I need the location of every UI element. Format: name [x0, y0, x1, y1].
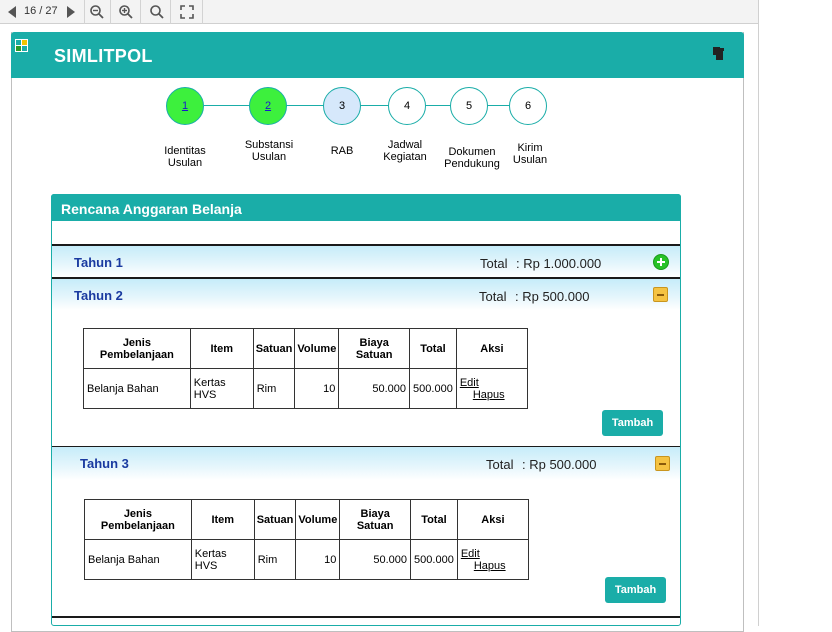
- col-header: Satuan: [253, 499, 297, 540]
- step-number: 4: [403, 100, 411, 112]
- step-4-circle[interactable]: 4: [388, 87, 426, 125]
- col-header: Biaya Satuan: [338, 328, 411, 369]
- rab-panel-header: Rencana Anggaran Belanja: [51, 194, 681, 221]
- col-header: Volume: [295, 499, 341, 540]
- app-logo-icon: [15, 39, 28, 52]
- search-icon: [150, 5, 164, 19]
- col-header: Aksi: [455, 328, 529, 369]
- zoom-in-button[interactable]: [115, 2, 137, 22]
- col-header: Jenis Pembelanjaan: [84, 499, 192, 540]
- year-2-total-label: Total: [479, 289, 507, 304]
- year-2-name: Tahun 2: [74, 288, 123, 303]
- col-header: Total: [409, 328, 457, 369]
- toolbar-divider: [170, 0, 171, 24]
- year-3-bar[interactable]: Tahun 3 Total : Rp 500.000: [52, 447, 680, 480]
- rab-table-year-2: Jenis Pembelanjaan Item Satuan Volume Bi…: [83, 328, 529, 409]
- year-1-bar[interactable]: Tahun 1 Total : Rp 1.000.000: [52, 244, 680, 277]
- year-1-total-label: Total: [480, 256, 508, 271]
- edit-link[interactable]: Edit: [461, 548, 480, 560]
- step-5-circle[interactable]: 5: [450, 87, 488, 125]
- col-header: Item: [189, 328, 254, 369]
- year-2-bar[interactable]: Tahun 2 Total : Rp 500.000: [52, 277, 680, 310]
- search-button[interactable]: [146, 2, 168, 22]
- col-header: Aksi: [456, 499, 530, 540]
- step-number: 3: [338, 100, 346, 112]
- cell-jenis: Belanja Bahan: [84, 539, 192, 580]
- toolbar-divider: [140, 0, 141, 24]
- year-2-total-value: : Rp 500.000: [515, 289, 590, 304]
- section-divider: [52, 616, 680, 618]
- toolbar-divider: [202, 0, 203, 24]
- year-1-total-value: : Rp 1.000.000: [516, 256, 602, 271]
- step-number: 6: [524, 100, 532, 112]
- edit-link[interactable]: Edit: [460, 377, 479, 389]
- col-header: Jenis Pembelanjaan: [83, 328, 191, 369]
- cell-satuan: Rim: [253, 539, 297, 580]
- cell-volume: 10: [295, 539, 341, 580]
- cell-aksi: Edit Hapus: [455, 368, 529, 409]
- step-1-circle[interactable]: 1: [166, 87, 204, 125]
- year-1-name: Tahun 1: [74, 255, 123, 270]
- step-6-circle[interactable]: 6: [509, 87, 547, 125]
- table-row: Belanja Bahan Kertas HVS Rim 10 50.000 5…: [84, 539, 530, 580]
- hapus-link[interactable]: Hapus: [473, 389, 505, 401]
- table-header-row: Jenis Pembelanjaan Item Satuan Volume Bi…: [84, 499, 530, 540]
- cell-item: Kertas HVS: [190, 539, 255, 580]
- cell-biaya: 50.000: [338, 368, 411, 409]
- year-3-total-value: : Rp 500.000: [522, 457, 597, 472]
- cell-total: 500.000: [410, 539, 458, 580]
- fullscreen-icon: [180, 5, 194, 19]
- step-1-label: Identitas Usulan: [164, 145, 206, 169]
- step-6-label: Kirim Usulan: [512, 142, 548, 166]
- zoom-out-button[interactable]: [86, 2, 108, 22]
- viewer-scroll-edge: [758, 0, 759, 626]
- step-3-circle[interactable]: 3: [323, 87, 361, 125]
- next-page-icon[interactable]: [67, 6, 75, 18]
- collapse-icon[interactable]: [653, 287, 668, 302]
- app-header: SIMLITPOL: [11, 32, 744, 78]
- tambah-button-year-2[interactable]: Tambah: [602, 410, 663, 436]
- zoom-out-icon: [90, 5, 104, 19]
- col-header: Satuan: [252, 328, 296, 369]
- cell-jenis: Belanja Bahan: [83, 368, 191, 409]
- rab-table-year-3: Jenis Pembelanjaan Item Satuan Volume Bi…: [84, 499, 530, 580]
- cell-volume: 10: [294, 368, 340, 409]
- hapus-link[interactable]: Hapus: [474, 560, 506, 572]
- step-number: 1: [181, 100, 189, 112]
- toolbar-divider: [84, 0, 85, 24]
- prev-page-icon[interactable]: [8, 6, 16, 18]
- page-indicator: 16 / 27: [24, 5, 58, 17]
- table-row: Belanja Bahan Kertas HVS Rim 10 50.000 5…: [83, 368, 529, 409]
- pdf-viewer-toolbar: 16 / 27: [0, 0, 758, 24]
- step-2-circle[interactable]: 2: [249, 87, 287, 125]
- year-3-name: Tahun 3: [80, 456, 129, 471]
- col-header: Volume: [294, 328, 340, 369]
- col-header: Item: [190, 499, 255, 540]
- tambah-button-year-3[interactable]: Tambah: [605, 577, 666, 603]
- toolbar-divider: [110, 0, 111, 24]
- panel-title: Rencana Anggaran Belanja: [61, 201, 242, 217]
- year-3-total-label: Total: [486, 457, 514, 472]
- cell-total: 500.000: [409, 368, 457, 409]
- step-2-label: Substansi Usulan: [244, 139, 294, 163]
- collapse-icon[interactable]: [655, 456, 670, 471]
- cell-item: Kertas HVS: [189, 368, 254, 409]
- fullscreen-button[interactable]: [176, 2, 198, 22]
- cell-biaya: 50.000: [339, 539, 412, 580]
- add-icon[interactable]: [653, 254, 669, 270]
- app-title: SIMLITPOL: [54, 46, 153, 66]
- zoom-in-icon: [119, 5, 133, 19]
- table-header-row: Jenis Pembelanjaan Item Satuan Volume Bi…: [83, 328, 529, 369]
- step-number: 5: [465, 100, 473, 112]
- user-menu-icon[interactable]: [710, 44, 726, 67]
- cell-aksi: Edit Hapus: [456, 539, 530, 580]
- step-number: 2: [264, 100, 272, 112]
- col-header: Biaya Satuan: [339, 499, 412, 540]
- col-header: Total: [410, 499, 458, 540]
- cell-satuan: Rim: [252, 368, 296, 409]
